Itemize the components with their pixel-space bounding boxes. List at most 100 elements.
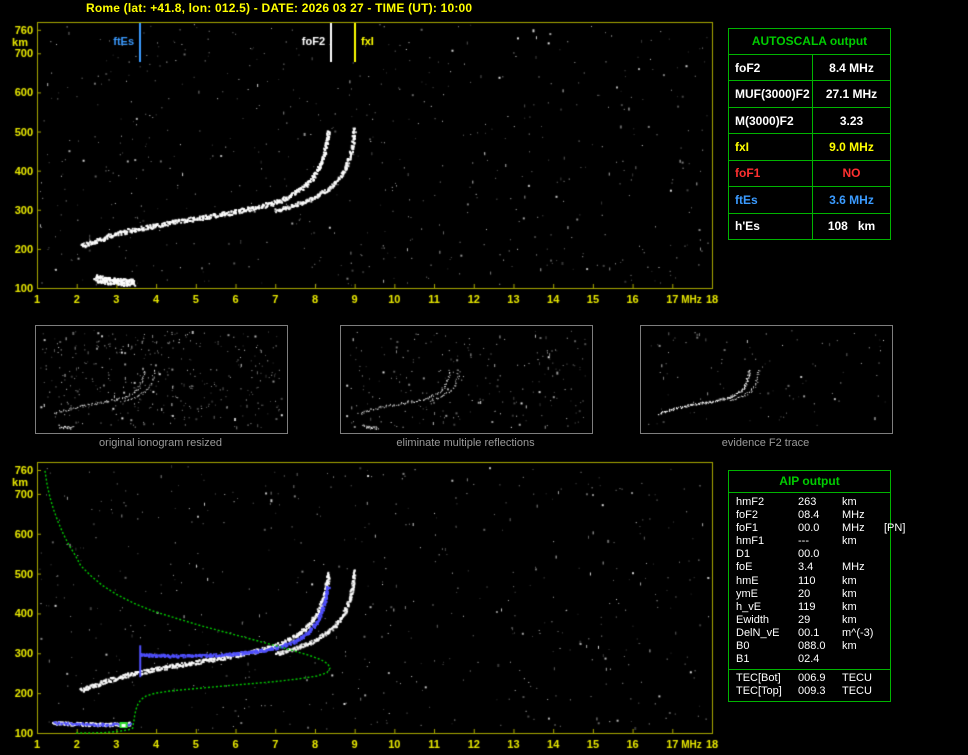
row-value: --- [798, 535, 809, 548]
row-label: foF1 [729, 160, 813, 187]
row-name: B1 [736, 653, 750, 666]
row-label: fxI [729, 134, 813, 160]
row-unit: km [842, 613, 857, 626]
row-label: M(3000)F2 [729, 107, 813, 134]
row-value: 3.23 [839, 113, 864, 128]
row-note: [PN] [884, 522, 906, 535]
row-value: 00.1 [798, 626, 820, 639]
row-unit: MHz [842, 522, 865, 535]
row-value: 108 km [827, 219, 876, 234]
row-name: hmF2 [736, 496, 765, 508]
row-value: 263 [798, 496, 817, 508]
row-note [884, 672, 885, 685]
thumbnail-filtered-canvas [340, 325, 593, 434]
autoscala-output-table: AUTOSCALA output foF2 8.4 MHz MUF(3000)F2 2… [728, 28, 891, 240]
aip-row: foF2 08.4 MHz [729, 509, 890, 522]
aip-row: D1 00.0 [729, 548, 890, 561]
row-label: MUF(3000)F2 [729, 81, 813, 107]
row-label: foF2 [729, 55, 813, 81]
aip-row: foE 3.4 MHz [729, 561, 890, 574]
row-value: 009.3 [798, 685, 826, 698]
aip-row: hmF1 --- km [729, 535, 890, 548]
aip-row: foF1 00.0 MHz [PN] [729, 522, 905, 535]
row-note [884, 588, 885, 601]
row-value: 00.0 [798, 548, 820, 561]
thumbnail-f2-evidence-canvas [640, 325, 893, 434]
row-unit: MHz [842, 561, 865, 574]
table-row: fxI 9.0 MHz [729, 134, 890, 161]
aip-row: TEC[Top] 009.3 TECU [729, 685, 890, 698]
profile-chart-canvas [0, 452, 725, 755]
row-note [884, 561, 885, 574]
aip-row: hmE 110 km [729, 575, 890, 588]
row-value: 088.0 [798, 640, 826, 653]
aip-row: ymE 20 km [729, 588, 890, 601]
aip-table-title: AIP output [729, 471, 890, 493]
row-value: 3.6 MHz [829, 192, 874, 207]
row-name: DelN_vE [736, 626, 780, 639]
ionogram-chart-canvas [0, 12, 725, 314]
row-value: NO [842, 166, 861, 181]
row-name: Ewidth [736, 613, 770, 626]
row-note [884, 548, 885, 561]
aip-row: TEC[Bot] 006.9 TECU [729, 672, 890, 685]
table-row: foF2 8.4 MHz [729, 55, 890, 82]
row-name: B0 [736, 640, 750, 653]
thumbnail-caption-f2: evidence F2 trace [721, 437, 810, 449]
aip-row: hmF2 263 km [729, 496, 890, 509]
row-value: 27.1 MHz [825, 87, 878, 102]
row-value: 29 [798, 613, 811, 626]
row-value: 8.4 MHz [829, 60, 874, 75]
row-name: D1 [736, 548, 751, 561]
aip-row: h_vE 119 km [729, 601, 890, 614]
table-row: ftEs 3.6 MHz [729, 187, 890, 214]
aip-rows: hmF2 263 km foF2 08.4 MHz foF1 00.0 MHz [PN] hmF1 -… [729, 496, 905, 666]
row-note [884, 496, 885, 509]
thumbnail-caption-filtered: eliminate multiple reflections [396, 437, 535, 449]
aip-row: B0 088.0 km [729, 640, 890, 653]
table-row: foF1 NO [729, 160, 890, 188]
thumbnail-caption-original: original ionogram resized [99, 437, 222, 449]
row-note [884, 535, 885, 548]
thumbnail-original-canvas [35, 325, 288, 434]
row-unit: km [842, 574, 857, 587]
row-unit: MHz [842, 509, 865, 522]
tec-rows: TEC[Bot] 006.9 TECU TEC[Top] 009.3 TECU [729, 672, 890, 698]
row-value: 3.4 [798, 561, 814, 574]
row-name: foE [736, 561, 753, 574]
row-value: 9.0 MHz [829, 139, 874, 154]
row-value: 02.4 [798, 653, 820, 666]
row-unit: km [842, 496, 857, 508]
row-note [884, 509, 885, 522]
row-value: 110 [798, 574, 816, 587]
row-note [884, 653, 885, 666]
row-note [884, 640, 885, 653]
row-unit: TECU [842, 672, 872, 685]
row-value: 006.9 [798, 672, 826, 685]
row-value: 20 [798, 587, 811, 600]
row-unit: km [842, 640, 857, 653]
row-name: ymE [736, 587, 758, 600]
row-unit: km [842, 600, 857, 613]
row-unit: TECU [842, 685, 872, 698]
table-row: MUF(3000)F2 27.1 MHz [729, 81, 890, 108]
row-name: hmF1 [736, 535, 765, 548]
row-name: foF1 [736, 522, 759, 535]
row-note [884, 627, 885, 640]
row-note [884, 614, 885, 627]
row-value: 00.0 [798, 522, 820, 535]
row-unit: km [842, 535, 857, 548]
aip-row: Ewidth 29 km [729, 614, 890, 627]
row-value: 119 [798, 600, 816, 613]
table-row: h'Es 108 km [729, 213, 890, 239]
row-note [884, 685, 885, 698]
autoscala-table-title: AUTOSCALA output [729, 29, 890, 55]
aip-row: DelN_vE 00.1 m^(-3) [729, 627, 890, 640]
row-unit: km [842, 587, 857, 600]
row-name: TEC[Bot] [736, 672, 781, 685]
row-name: TEC[Top] [736, 685, 782, 698]
aip-output-table: AIP output hmF2 263 km foF2 08.4 MHz foF1 00.0 M… [728, 470, 905, 702]
row-label: ftEs [729, 187, 813, 213]
table-row: M(3000)F2 3.23 [729, 107, 890, 135]
row-unit [842, 548, 884, 561]
